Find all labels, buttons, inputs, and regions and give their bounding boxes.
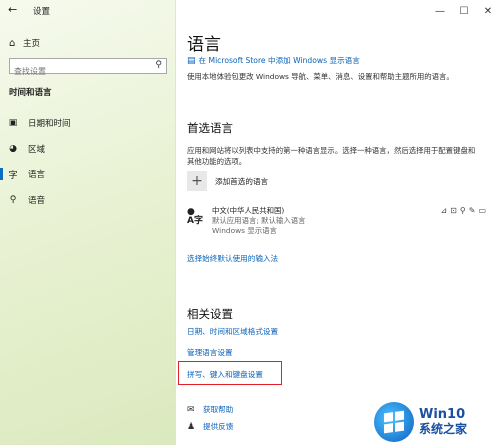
speech-recognition-icon: ⚲	[459, 206, 466, 215]
page-title: 语言	[187, 35, 221, 55]
manage-language-link[interactable]: 管理语言设置	[187, 347, 233, 358]
ms-store-link-label[interactable]: 在 Microsoft Store 中添加 Windows 显示语言	[199, 55, 360, 66]
display-language-icon: ⊿	[440, 206, 448, 215]
handwriting-icon: ✎	[468, 206, 476, 215]
search-icon[interactable]: ⚲	[155, 60, 162, 70]
sidebar-item-region[interactable]: ◕ 区域	[0, 141, 176, 157]
store-bag-icon: ▤	[187, 55, 196, 66]
language-icon: 字	[8, 170, 18, 181]
titlebar-left: ← 设置	[0, 0, 176, 22]
feedback-link[interactable]: ♟ 提供反馈	[187, 421, 233, 432]
search-input[interactable]	[10, 64, 145, 79]
feedback-person-icon: ♟	[187, 421, 196, 432]
get-help-label[interactable]: 获取帮助	[203, 404, 233, 415]
language-sub2: Windows 显示语言	[212, 226, 277, 235]
language-list-item[interactable]: ● A字 中文(中华人民共和国) 默认应用语言; 默认输入语言 Windows 显…	[187, 206, 492, 238]
related-settings-heading: 相关设置	[187, 307, 233, 321]
help-chat-icon: ✉	[187, 404, 195, 415]
keyboard-icon: ▭	[478, 206, 486, 215]
sidebar-item-label: 日期和时间	[28, 119, 71, 129]
plus-icon: +	[187, 171, 207, 191]
globe-icon: ◕	[9, 144, 17, 154]
sidebar-item-label: 语言	[28, 170, 46, 180]
minimize-button[interactable]: —	[428, 0, 452, 22]
get-help-link[interactable]: ✉ 获取帮助	[187, 404, 233, 415]
maximize-button[interactable]: ☐	[452, 0, 476, 22]
sidebar: ← 设置 ⌂ 主页 ⚲ 时间和语言 ▣ 日期和时间 ◕ 区域 字 语言 ⚲ 语音	[0, 0, 176, 445]
store-description: 使用本地体验包更改 Windows 导航、菜单、消息、设置和帮助主题所用的语言。	[187, 72, 454, 81]
home-label: 主页	[23, 39, 41, 49]
feedback-label[interactable]: 提供反馈	[203, 421, 233, 432]
sidebar-item-speech[interactable]: ⚲ 语音	[0, 192, 176, 208]
microphone-icon: ⚲	[9, 195, 17, 205]
language-sub1: 默认应用语言; 默认输入语言	[212, 216, 306, 225]
home-nav-item[interactable]: ⌂ 主页	[9, 37, 41, 50]
calendar-clock-icon: ▣	[8, 118, 18, 128]
watermark: Win10 系统之家	[374, 401, 498, 443]
preferred-languages-heading: 首选语言	[187, 121, 233, 135]
watermark-line1: Win10	[419, 407, 466, 422]
home-icon: ⌂	[9, 37, 16, 49]
date-time-region-link[interactable]: 日期、时间和区域格式设置	[187, 326, 278, 337]
window-controls: — ☐ ✕	[428, 0, 500, 22]
add-language-label: 添加首选的语言	[215, 176, 269, 186]
tts-icon: ⊡	[450, 206, 457, 215]
ms-store-link[interactable]: ▤ 在 Microsoft Store 中添加 Windows 显示语言	[187, 55, 360, 66]
sidebar-item-date-time[interactable]: ▣ 日期和时间	[0, 115, 176, 131]
language-name: 中文(中华人民共和国)	[212, 206, 285, 215]
language-features: ⊿ ⊡ ⚲ ✎ ▭	[440, 206, 486, 215]
input-method-link[interactable]: 选择始终默认使用的输入法	[187, 253, 278, 264]
preferred-languages-description: 应用和网站将以列表中支持的第一种语言显示。选择一种语言，然后选择用于配置键盘和其…	[187, 146, 476, 166]
close-button[interactable]: ✕	[476, 0, 500, 22]
highlight-box	[178, 361, 282, 385]
main-content: — ☐ ✕ 语言 ▤ 在 Microsoft Store 中添加 Windows…	[176, 0, 500, 445]
sidebar-item-label: 语音	[28, 196, 46, 206]
language-item-text: 中文(中华人民共和国) 默认应用语言; 默认输入语言 Windows 显示语言	[212, 206, 306, 236]
watermark-text: Win10 系统之家	[419, 407, 467, 437]
sidebar-item-language[interactable]: 字 语言	[0, 166, 176, 182]
app-title: 设置	[33, 7, 51, 17]
windows-logo-icon	[374, 402, 414, 442]
search-box[interactable]: ⚲	[9, 58, 167, 79]
language-glyph-icon: ● A字	[187, 207, 203, 226]
sidebar-section-heading: 时间和语言	[9, 88, 52, 98]
add-language-button[interactable]: + 添加首选的语言	[187, 171, 268, 191]
back-arrow-icon[interactable]: ←	[8, 3, 17, 16]
watermark-line2: 系统之家	[419, 422, 468, 436]
sidebar-item-label: 区域	[28, 145, 46, 155]
